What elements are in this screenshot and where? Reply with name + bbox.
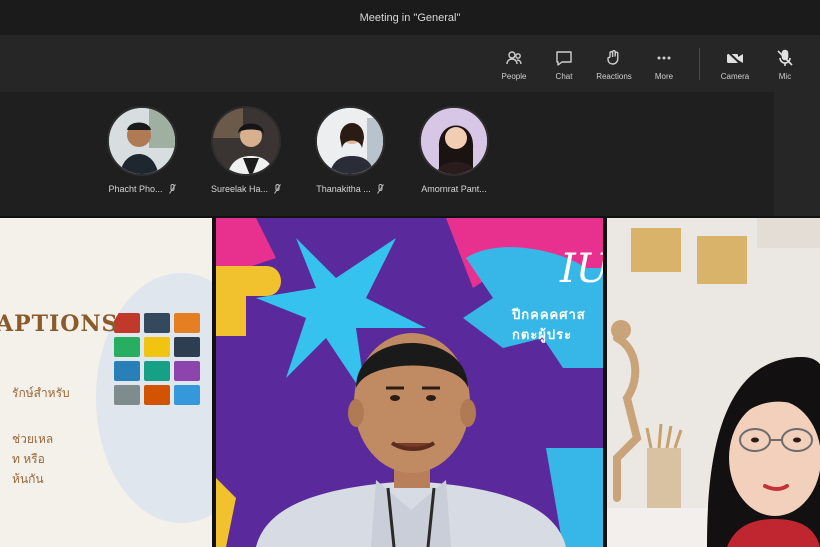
tv-grid — [114, 313, 212, 493]
slide-text: รักษ์สำหรับ — [12, 386, 70, 400]
camera-label: Camera — [720, 71, 750, 81]
title-bar: Meeting in "General" — [0, 0, 820, 36]
mic-label: Mic — [778, 71, 792, 81]
mic-muted-icon — [274, 184, 281, 194]
attendee-name: Amornrat Pant... — [421, 184, 487, 194]
chat-icon — [556, 50, 572, 66]
attendee-card[interactable]: Amornrat Pant... — [404, 106, 504, 206]
tv-screen — [114, 337, 140, 357]
tv-screen — [144, 385, 170, 405]
avatar — [419, 106, 489, 176]
tv-screen — [144, 313, 170, 333]
mic-muted-icon — [376, 184, 384, 194]
attendee-card[interactable]: Sureelak Ha... — [196, 106, 296, 206]
attendee-name: Phacht Pho... — [108, 184, 163, 194]
people-icon — [506, 50, 522, 64]
more-button[interactable]: More — [639, 39, 689, 89]
strip-scroll-area[interactable] — [774, 92, 820, 216]
slide-title: APTIONS — [0, 311, 119, 337]
video-tile-slide[interactable]: APTIONS รักษ์สำหรับ ช่วยเหล ท หรือ ห้นกั… — [0, 218, 212, 547]
avatar — [211, 106, 281, 176]
tv-screen — [144, 337, 170, 357]
camera-button[interactable]: Camera — [710, 39, 760, 89]
attendee-name-row: Amornrat Pant... — [404, 184, 504, 194]
people-button[interactable]: People — [489, 39, 539, 89]
attendee-name: Sureelak Ha... — [210, 184, 269, 194]
presenter-person — [256, 333, 566, 547]
people-label: People — [501, 71, 527, 81]
window-title: Meeting in "General" — [359, 11, 461, 24]
tv-screen — [174, 337, 200, 357]
mic-muted-icon — [168, 184, 176, 194]
video-tile-participant[interactable] — [607, 218, 820, 547]
more-icon — [657, 56, 671, 59]
reactions-button[interactable]: Reactions — [589, 39, 639, 89]
attendee-strip: Phacht Pho... Sureelak Ha... Thanakitha … — [0, 92, 820, 216]
chat-label: Chat — [555, 71, 573, 81]
reactions-label: Reactions — [596, 71, 632, 81]
toolbar-divider — [699, 48, 700, 80]
chat-button[interactable]: Chat — [539, 39, 589, 89]
tv-screen — [174, 385, 200, 405]
slide-text: ท หรือ — [12, 452, 45, 466]
attendee-name-row: Phacht Pho... — [92, 184, 192, 194]
attendee-name-row: Sureelak Ha... — [196, 184, 296, 194]
video-tile-presenter[interactable]: IU ปีกคคคศาส กตะผู้ประ — [216, 218, 603, 547]
avatar — [107, 106, 177, 176]
tv-screen — [114, 361, 140, 381]
avatar — [315, 106, 385, 176]
slide-text: ช่วยเหล — [12, 432, 54, 446]
more-label: More — [654, 71, 674, 81]
slide-text: ห้นกัน — [12, 472, 44, 486]
video-grid: APTIONS รักษ์สำหรับ ช่วยเหล ท หรือ ห้นกั… — [0, 216, 820, 547]
attendee-name-row: Thanakitha ... — [300, 184, 400, 194]
attendee-card[interactable]: Thanakitha ... — [300, 106, 400, 206]
attendee-card[interactable]: Phacht Pho... — [92, 106, 192, 206]
camera-icon — [726, 49, 744, 67]
tv-screen — [144, 361, 170, 381]
tv-screen — [114, 385, 140, 405]
mic-icon — [777, 49, 793, 66]
tv-screen — [174, 313, 200, 333]
meeting-toolbar: People Chat Reactions More Camera Mic — [0, 36, 820, 92]
attendee-name: Thanakitha ... — [316, 184, 371, 194]
tv-screen — [174, 361, 200, 381]
reactions-icon — [607, 49, 619, 65]
mic-button[interactable]: Mic — [760, 39, 810, 89]
participant-video — [607, 218, 820, 547]
